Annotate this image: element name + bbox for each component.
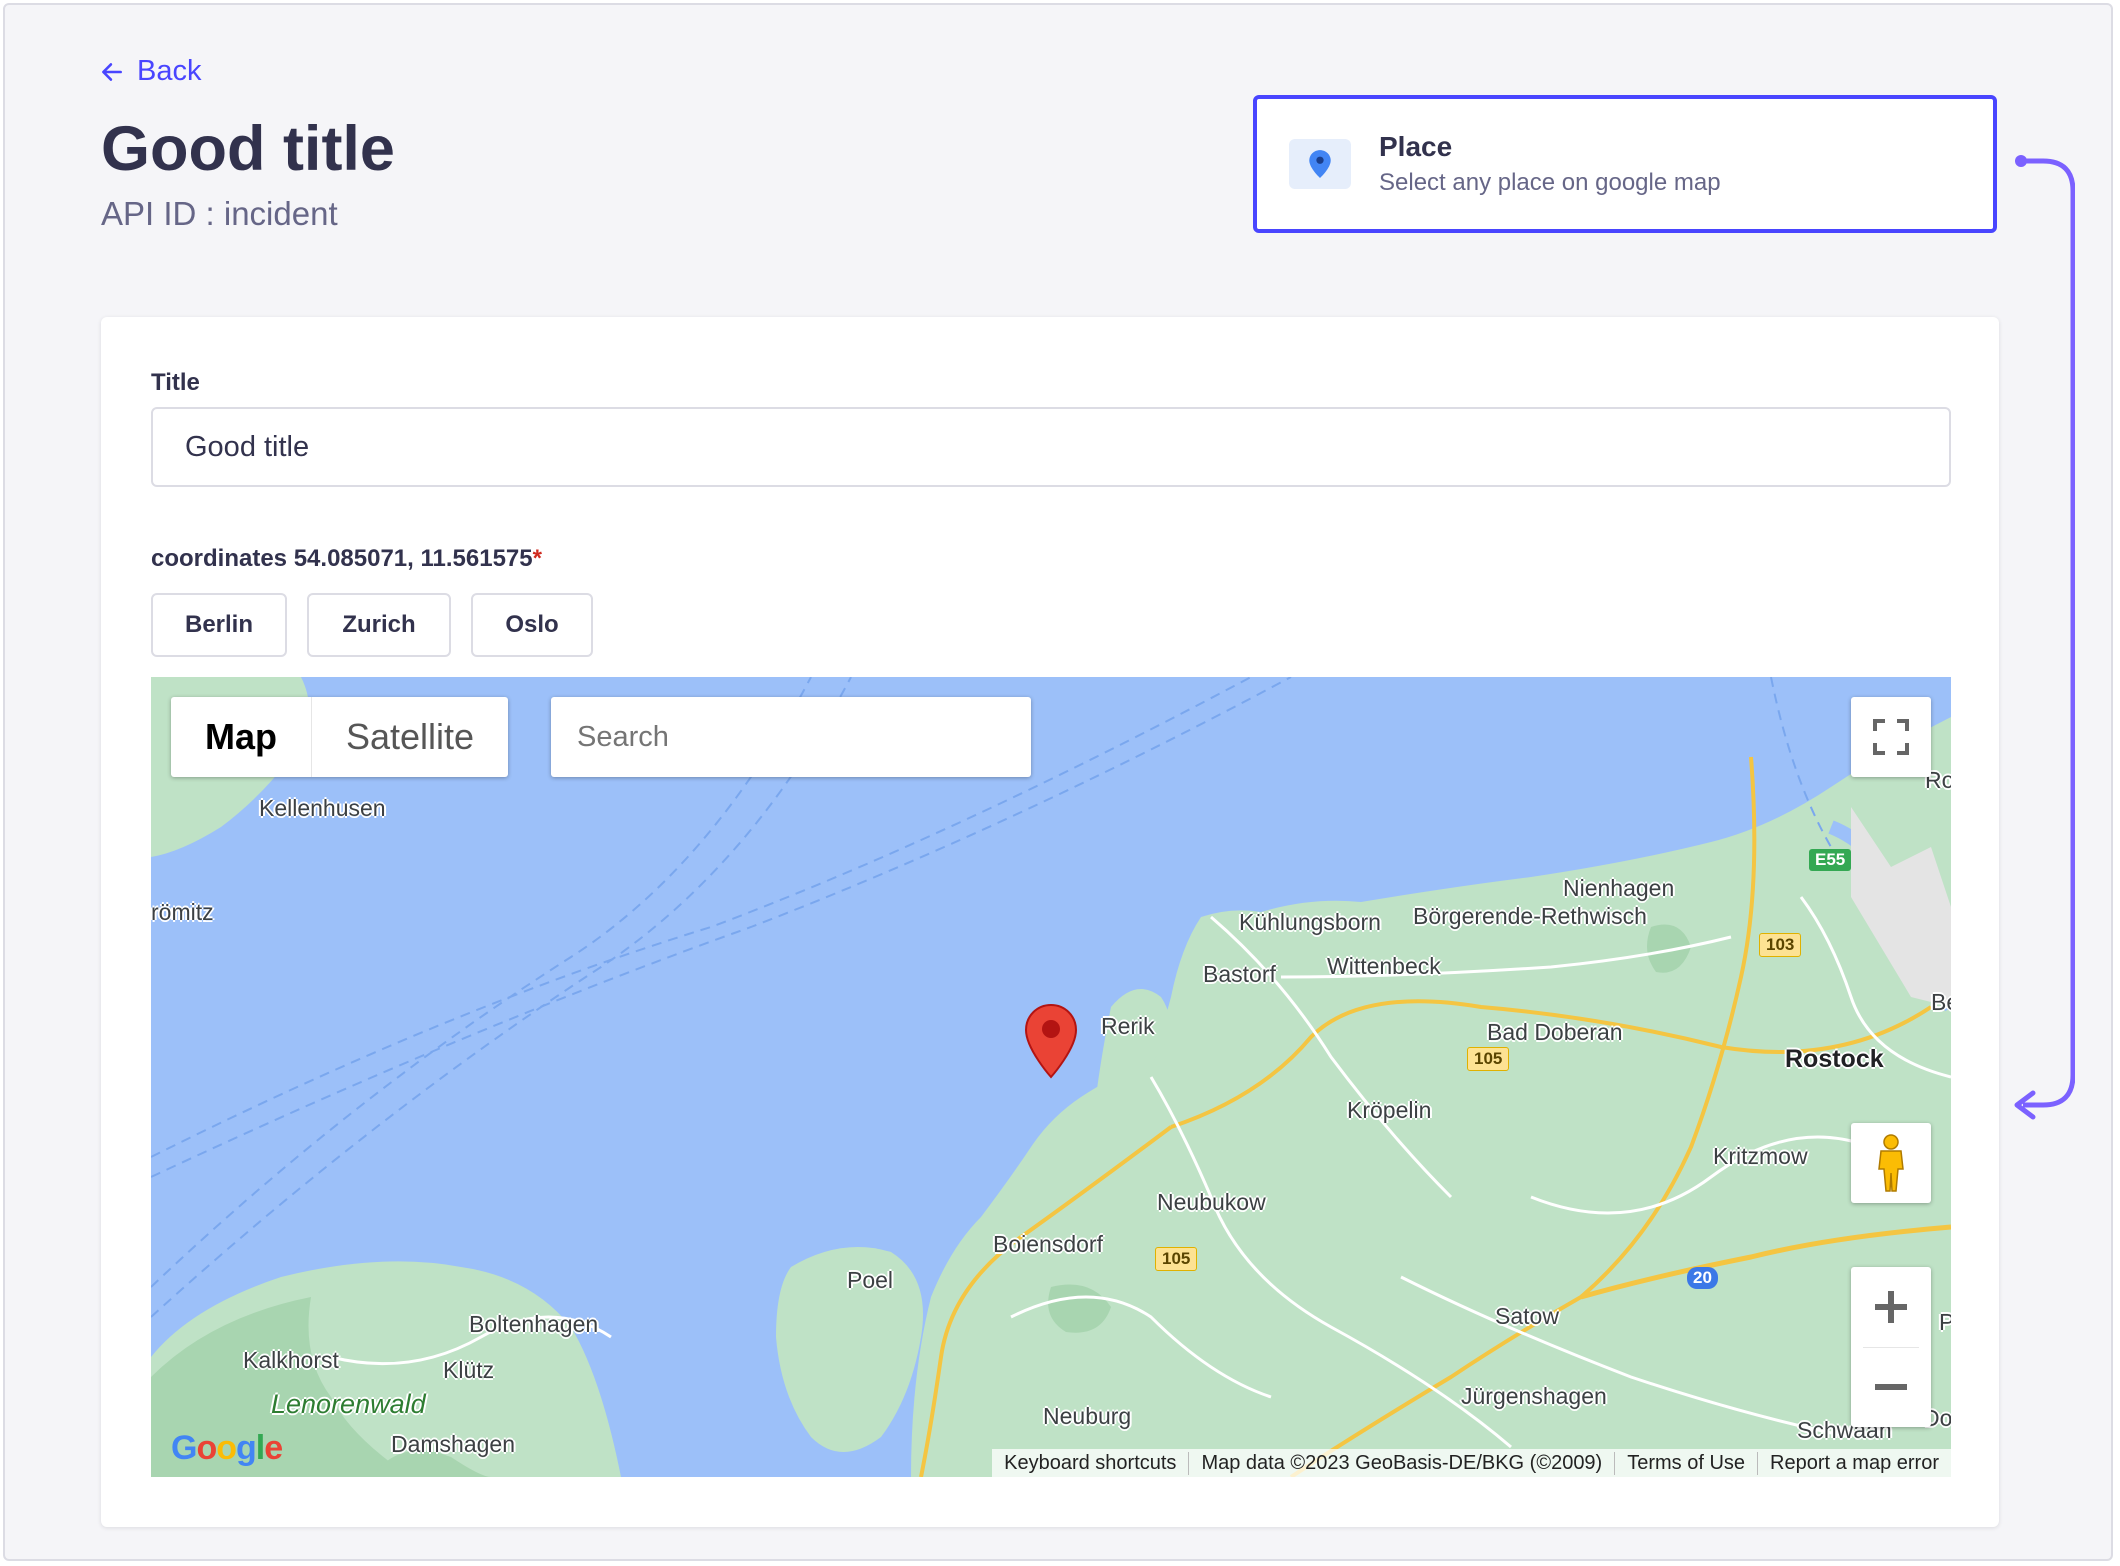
map-data-attribution: Map data ©2023 GeoBasis-DE/BKG (©2009) — [1188, 1451, 1614, 1475]
terms-of-use-link[interactable]: Terms of Use — [1614, 1451, 1757, 1475]
place-name: Place — [1379, 131, 1453, 162]
back-link[interactable]: Back — [99, 55, 201, 88]
map-label-borgerende: Börgerende-Rethwisch — [1413, 903, 1647, 929]
road-shield-103: 103 — [1759, 933, 1802, 957]
map-label-lenorenwald: Lenorenwald — [271, 1389, 426, 1419]
required-mark: * — [532, 545, 542, 572]
title-input[interactable] — [151, 407, 1951, 487]
pegman-icon — [1878, 1134, 1904, 1192]
zoom-out-button[interactable] — [1851, 1348, 1931, 1428]
map-label-wittenbeck: Wittenbeck — [1327, 953, 1441, 979]
google-logo: Google — [171, 1429, 283, 1467]
map-label-rostock: Rostock — [1785, 1045, 1884, 1073]
map-label-neubukow: Neubukow — [1157, 1189, 1266, 1215]
map-label-kellenhusen: Kellenhusen — [259, 795, 386, 821]
api-id: API ID : incident — [101, 195, 338, 232]
map-type-satellite-button[interactable]: Satellite — [312, 697, 508, 777]
map-label-bad-doberan: Bad Doberan — [1487, 1019, 1623, 1045]
map-marker-icon[interactable] — [1023, 1003, 1079, 1079]
page-title: Good title — [101, 114, 395, 184]
map-search-input[interactable] — [551, 697, 1031, 777]
map-label-edge-be: Be — [1931, 989, 1951, 1015]
road-shield-20: 20 — [1687, 1267, 1718, 1289]
page-frame: Back Good title API ID : incident Place … — [3, 3, 2113, 1561]
coordinates-label: coordinates 54.085071, 11.561575* — [151, 545, 542, 573]
place-description: Select any place on google map — [1379, 169, 1721, 196]
road-shield-e55: E55 — [1809, 849, 1852, 871]
map-label-kropelin: Kröpelin — [1347, 1097, 1432, 1123]
keyboard-shortcuts-link[interactable]: Keyboard shortcuts — [992, 1452, 1188, 1475]
minus-icon — [1875, 1384, 1907, 1391]
map-label-bastorf: Bastorf — [1203, 961, 1276, 987]
road-shield-105b: 105 — [1155, 1247, 1198, 1271]
map-label-kalkhorst: Kalkhorst — [243, 1347, 339, 1373]
street-view-pegman-button[interactable] — [1851, 1123, 1931, 1203]
title-label: Title — [151, 369, 200, 396]
plus-icon — [1875, 1290, 1907, 1323]
coordinates-text: coordinates 54.085071, 11.561575 — [151, 545, 533, 572]
google-map[interactable]: Kellenhusen römitz Kühlungsborn Nienhage… — [151, 677, 1951, 1477]
road-shield-105a: 105 — [1467, 1047, 1510, 1071]
map-pin-icon — [1289, 139, 1351, 189]
zoom-in-button[interactable] — [1851, 1267, 1931, 1347]
place-field-card[interactable]: Place Select any place on google map — [1253, 95, 1997, 233]
map-label-boltenhagen: Boltenhagen — [469, 1311, 599, 1337]
city-button-zurich[interactable]: Zurich — [307, 593, 451, 657]
map-label-gromitz: römitz — [151, 899, 214, 925]
map-label-jurgenshagen: Jürgenshagen — [1461, 1383, 1607, 1409]
city-button-oslo[interactable]: Oslo — [471, 593, 593, 657]
report-map-error-link[interactable]: Report a map error — [1757, 1451, 1951, 1475]
arrow-left-icon — [102, 62, 122, 81]
map-label-klutz: Klütz — [443, 1357, 495, 1383]
map-label-damshagen: Damshagen — [391, 1431, 516, 1457]
map-type-control: Map Satellite — [171, 697, 509, 777]
map-type-map-button[interactable]: Map — [171, 697, 312, 777]
map-label-kritzmow: Kritzmow — [1713, 1143, 1808, 1169]
map-attribution-bar: Keyboard shortcuts Map data ©2023 GeoBas… — [992, 1449, 1951, 1477]
city-button-berlin[interactable]: Berlin — [151, 593, 287, 657]
connector-arrow — [2014, 155, 2075, 1120]
fullscreen-button[interactable] — [1851, 697, 1931, 777]
map-label-nienhagen: Nienhagen — [1563, 875, 1675, 901]
map-label-rerik: Rerik — [1101, 1013, 1155, 1039]
map-label-edge-p: P — [1939, 1309, 1951, 1335]
zoom-control — [1851, 1267, 1931, 1427]
map-label-satow: Satow — [1495, 1303, 1559, 1329]
map-label-neuburg: Neuburg — [1043, 1403, 1132, 1429]
map-label-kuhlungsborn: Kühlungsborn — [1239, 909, 1381, 935]
edit-panel: Title coordinates 54.085071, 11.561575* … — [101, 317, 1999, 1527]
back-label: Back — [137, 55, 202, 87]
map-label-boiensdorf: Boiensdorf — [993, 1231, 1103, 1257]
map-label-poel: Poel — [847, 1267, 894, 1293]
fullscreen-icon — [1873, 719, 1909, 755]
